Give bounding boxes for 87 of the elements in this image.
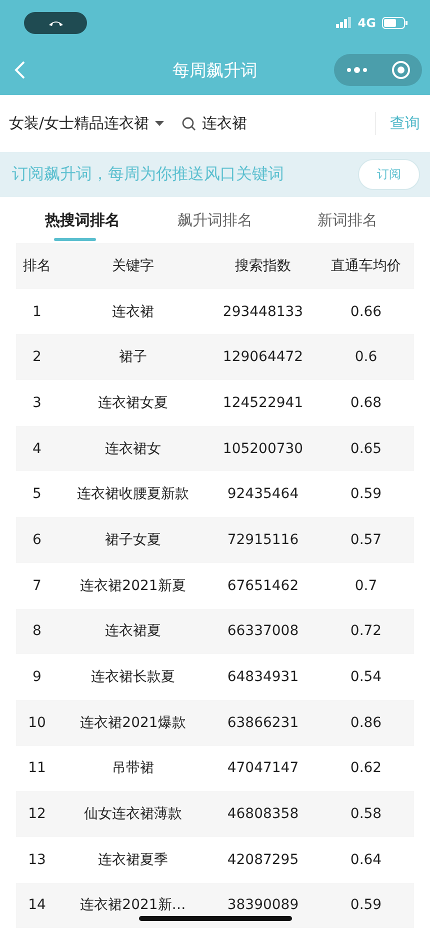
- table-cell-text: 5: [32, 486, 42, 502]
- table-row[interactable]: 11 吊带裙 47047147 0.62: [16, 746, 414, 792]
- table-row[interactable]: 2 裙子 129064472 0.6: [16, 334, 414, 380]
- table-cell-text: 0.57: [349, 532, 383, 548]
- table-cell-text: 14: [27, 897, 47, 914]
- table-cell-text: 9: [32, 669, 42, 686]
- table-row[interactable]: 14 连衣裙2021新… 38390089 0.59: [16, 882, 414, 928]
- table-cell-text: 连衣裙女夏: [97, 394, 169, 412]
- table-cell-text: 0.7: [354, 578, 378, 594]
- table-cell-text: 仙女连衣裙薄款: [83, 805, 183, 824]
- table-cell-text: 72915116: [226, 532, 300, 548]
- table-cell-text: 连衣裙2021新夏: [79, 576, 187, 595]
- table-cell-text: 67651462: [226, 578, 300, 594]
- table-cell-text: 3: [32, 394, 42, 411]
- table-cell-text: 7: [32, 578, 42, 594]
- battery-icon: [382, 16, 408, 28]
- table-cell-text: 0.62: [349, 760, 383, 776]
- table-cell-text: 11: [27, 760, 47, 776]
- table-cell-text: 连衣裙2021新…: [79, 896, 187, 914]
- table-cell-text: 连衣裙夏季: [97, 850, 169, 869]
- search-icon: [182, 116, 196, 130]
- table-cell-text: 10: [27, 714, 47, 731]
- table-cell-text: 裙子女夏: [104, 530, 162, 549]
- table-cell-text: 46808358: [226, 806, 300, 822]
- table-cell-text: 12: [27, 806, 47, 822]
- column-header: 搜索指数: [234, 256, 292, 275]
- call-pill[interactable]: [24, 12, 87, 34]
- page-title: 每周飙升词: [172, 60, 258, 82]
- table-cell-text: 129064472: [222, 349, 304, 366]
- table-cell-text: 连衣裙收腰夏新款: [76, 485, 190, 504]
- tab[interactable]: 新词排名: [281, 197, 414, 243]
- table-cell-text: 0.6: [354, 349, 378, 366]
- table-cell-text: 64834931: [226, 669, 300, 686]
- table-cell-text: 0.65: [349, 440, 383, 457]
- banner-text: 订阅飙升词，每周为你推送风口关键词: [12, 164, 284, 185]
- signal-icon: [336, 17, 352, 28]
- table-cell-text: 124522941: [222, 394, 304, 411]
- table-cell-text: 裙子: [118, 348, 148, 366]
- table-cell-text: 0.58: [349, 806, 383, 822]
- table-cell-text: 0.59: [349, 897, 383, 914]
- caret-icon[interactable]: [155, 121, 164, 126]
- phone-icon: [48, 18, 64, 26]
- tab[interactable]: 飙升词排名: [148, 197, 282, 243]
- table-cell-text: 0.54: [349, 669, 383, 686]
- table-cell-text: 66337008: [226, 623, 300, 640]
- table-cell-text: 1: [32, 304, 42, 320]
- table-cell-text: 4: [32, 440, 42, 457]
- table-cell-text: 6: [32, 532, 42, 548]
- table-cell-text: 2: [32, 349, 42, 366]
- table-cell-text: 38390089: [226, 897, 300, 914]
- table-cell-text: 0.72: [349, 623, 383, 640]
- table-cell-text: 293448133: [222, 304, 304, 320]
- more-icon[interactable]: [346, 67, 368, 73]
- category-select[interactable]: 女装/女士精品连衣裙: [9, 114, 150, 133]
- table-row[interactable]: 6 裙子女夏 72915116 0.57: [16, 517, 414, 563]
- table-cell-text: 92435464: [226, 486, 300, 502]
- capsule-menu[interactable]: [334, 54, 422, 86]
- table-cell-text: 0.64: [349, 852, 383, 868]
- table-row[interactable]: 4 连衣裙女 105200730 0.65: [16, 426, 414, 472]
- table-cell-text: 13: [27, 852, 47, 868]
- table-cell-text: 连衣裙女: [104, 440, 162, 458]
- table-cell-text: 8: [32, 623, 42, 640]
- tab[interactable]: 热搜词排名: [16, 197, 149, 243]
- table-cell-text: 105200730: [222, 440, 304, 457]
- table-cell-text: 连衣裙2021爆款: [79, 714, 187, 732]
- table-cell-text: 连衣裙: [111, 302, 155, 321]
- network-label: 4G: [358, 16, 376, 30]
- table-cell-text: 0.59: [349, 486, 383, 502]
- table-cell-text: 42087295: [226, 852, 300, 868]
- table-cell-text: 吊带裙: [111, 759, 155, 778]
- table-cell-text: 63866231: [226, 714, 300, 731]
- table-cell-text: 0.68: [349, 394, 383, 411]
- column-header: 关键字: [111, 256, 155, 275]
- column-header: 排名: [22, 256, 52, 275]
- table-cell-text: 连衣裙长款夏: [90, 668, 176, 686]
- column-header: 直通车均价: [330, 256, 402, 275]
- table-cell-text: 0.86: [349, 714, 383, 731]
- close-icon[interactable]: [390, 60, 410, 80]
- table-row[interactable]: 10 连衣裙2021爆款 63866231 0.86: [16, 700, 414, 746]
- table-row[interactable]: 8 连衣裙夏 66337008 0.72: [16, 608, 414, 654]
- table-cell-text: 连衣裙夏: [104, 622, 162, 640]
- back-icon[interactable]: [14, 60, 26, 80]
- table-cell-text: 0.66: [349, 304, 383, 320]
- table-row[interactable]: 1 连衣裙 293448133 0.66: [16, 288, 414, 334]
- table-row[interactable]: 12 仙女连衣裙薄款 46808358 0.58: [16, 791, 414, 837]
- search-field[interactable]: 连衣裙: [202, 114, 322, 132]
- table-cell-text: 47047147: [226, 760, 300, 776]
